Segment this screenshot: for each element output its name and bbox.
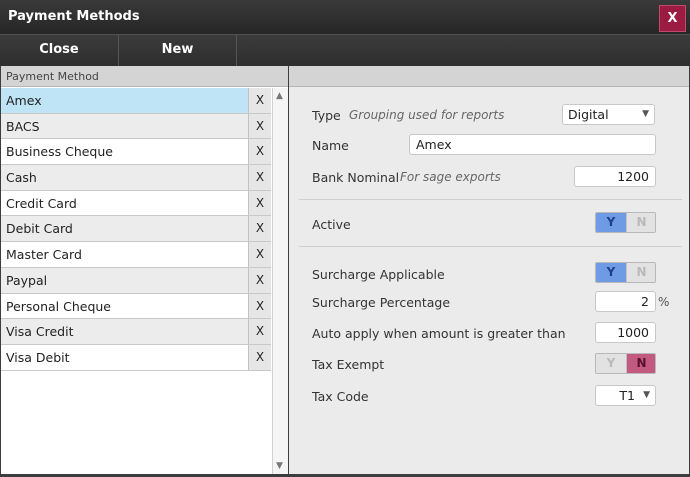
delete-button[interactable]: X: [248, 139, 271, 165]
surcharge-percentage-label: Surcharge Percentage: [312, 295, 451, 310]
delete-button[interactable]: X: [248, 113, 271, 139]
list-item-label[interactable]: Debit Card: [1, 216, 248, 242]
list-item[interactable]: Business Cheque X: [1, 139, 271, 166]
tax-code-select[interactable]: T1 ▼: [595, 385, 656, 406]
delete-button[interactable]: X: [248, 190, 271, 216]
divider: [299, 199, 682, 200]
bank-nominal-input[interactable]: 1200: [574, 166, 656, 187]
title-bar: Payment Methods X: [0, 0, 690, 34]
list-item[interactable]: Amex X: [1, 88, 271, 114]
list-item-label[interactable]: Credit Card: [1, 190, 248, 216]
type-select-value: Digital: [568, 107, 609, 122]
payment-method-list: Amex X BACS X Business Cheque X Cash X Credit Ca…: [1, 88, 271, 371]
list-item[interactable]: Credit Card X: [1, 190, 271, 217]
auto-apply-input[interactable]: 1000: [595, 322, 656, 343]
chevron-down-icon: ▼: [642, 109, 649, 119]
surcharge-yes-option[interactable]: Y: [596, 263, 626, 282]
list-item-label[interactable]: Visa Credit: [1, 319, 248, 344]
delete-button[interactable]: X: [248, 293, 271, 319]
delete-button[interactable]: X: [248, 165, 271, 190]
surcharge-applicable-toggle[interactable]: Y N: [595, 262, 656, 283]
delete-button[interactable]: X: [248, 88, 271, 113]
list-item[interactable]: Master Card X: [1, 242, 271, 268]
type-label: Type: [312, 108, 341, 123]
detail-header: [289, 66, 689, 87]
active-yes-option[interactable]: Y: [596, 213, 626, 232]
list-scrollbar[interactable]: ▲ ▼: [272, 88, 288, 474]
name-label: Name: [312, 138, 349, 153]
list-item[interactable]: Debit Card X: [1, 216, 271, 243]
divider: [299, 246, 682, 247]
delete-button[interactable]: X: [248, 267, 271, 293]
type-select[interactable]: Digital ▼: [562, 104, 655, 125]
payment-methods-window: Payment Methods X Close New Payment Meth…: [0, 0, 690, 477]
delete-button[interactable]: X: [248, 319, 271, 344]
list-item-label[interactable]: BACS: [1, 113, 248, 139]
tax-code-select-value: T1: [619, 388, 635, 403]
list-item[interactable]: BACS X: [1, 113, 271, 140]
type-hint: Grouping used for reports: [349, 108, 505, 122]
list-item[interactable]: Paypal X: [1, 267, 271, 294]
list-item-label[interactable]: Cash: [1, 165, 248, 190]
tax-exempt-label: Tax Exempt: [312, 357, 385, 372]
scroll-up-icon[interactable]: ▲: [276, 91, 283, 101]
list-item[interactable]: Personal Cheque X: [1, 293, 271, 320]
payment-method-list-pane: Payment Method Amex X BACS X Business Cheque…: [1, 66, 288, 474]
tax-exempt-toggle[interactable]: Y N: [595, 353, 656, 374]
tax-exempt-no-option[interactable]: N: [626, 354, 655, 373]
surcharge-applicable-label: Surcharge Applicable: [312, 267, 445, 282]
tax-exempt-yes-option[interactable]: Y: [596, 354, 626, 373]
auto-apply-label: Auto apply when amount is greater than: [312, 326, 566, 341]
name-input[interactable]: Amex: [409, 134, 656, 155]
surcharge-percentage-input[interactable]: 2: [595, 291, 656, 312]
column-header: Payment Method: [1, 66, 288, 87]
delete-button[interactable]: X: [248, 344, 271, 370]
list-item[interactable]: Cash X: [1, 165, 271, 191]
list-item-label[interactable]: Business Cheque: [1, 139, 248, 165]
list-item[interactable]: Visa Credit X: [1, 319, 271, 345]
payment-method-detail-pane: Type Grouping used for reports Digital ▼…: [289, 66, 689, 474]
list-item-label[interactable]: Paypal: [1, 267, 248, 293]
surcharge-no-option[interactable]: N: [626, 263, 655, 282]
list-item-label[interactable]: Master Card: [1, 242, 248, 267]
close-button[interactable]: Close: [0, 35, 119, 66]
list-item[interactable]: Visa Debit X: [1, 344, 271, 371]
toolbar: Close New: [0, 34, 690, 66]
percent-unit: %: [658, 295, 670, 309]
active-toggle[interactable]: Y N: [595, 212, 656, 233]
list-item-label[interactable]: Amex: [1, 88, 248, 113]
delete-button[interactable]: X: [248, 216, 271, 242]
bank-nominal-hint: For sage exports: [400, 170, 501, 184]
new-button[interactable]: New: [119, 35, 237, 66]
list-item-label[interactable]: Personal Cheque: [1, 293, 248, 319]
window-title: Payment Methods: [8, 9, 140, 24]
scroll-down-icon[interactable]: ▼: [276, 461, 283, 471]
close-window-button[interactable]: X: [659, 5, 686, 32]
tax-code-label: Tax Code: [312, 389, 369, 404]
bank-nominal-label: Bank Nominal: [312, 170, 400, 185]
active-label: Active: [312, 217, 351, 232]
chevron-down-icon: ▼: [643, 390, 650, 400]
active-no-option[interactable]: N: [626, 213, 655, 232]
list-item-label[interactable]: Visa Debit: [1, 344, 248, 370]
delete-button[interactable]: X: [248, 242, 271, 267]
